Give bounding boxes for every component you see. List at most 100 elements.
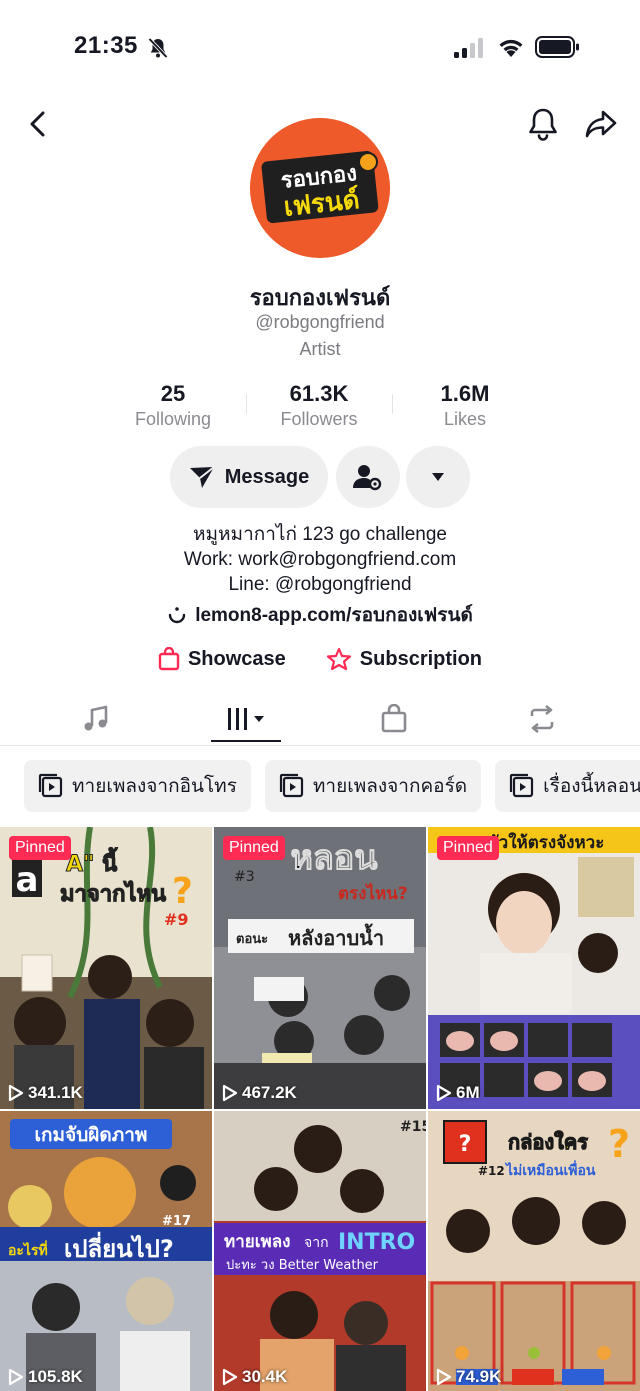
view-count-text: 6M (456, 1083, 480, 1102)
profile-name: รอบกองเฟรนด์ (249, 285, 391, 310)
showcase-button[interactable]: Showcase (158, 644, 286, 674)
user-settings-icon (353, 465, 382, 491)
play-icon (222, 1368, 238, 1386)
svg-text:เกมจับผิดภาพ: เกมจับผิดภาพ (35, 1124, 148, 1146)
stat-value: 25 (160, 381, 186, 406)
stat-value: 61.3K (289, 381, 349, 406)
content-tabs (0, 696, 640, 746)
share-button[interactable] (581, 104, 621, 144)
view-count: 30.4K (222, 1367, 287, 1387)
svg-text:#15: #15 (400, 1119, 426, 1135)
video-thumbnail[interactable]: เกมจับผิดภาพ อะไรที่ เปลี่ยนไป? #17 105.… (0, 1111, 212, 1391)
view-count-text: 467.2K (242, 1083, 297, 1102)
share-icon (585, 110, 617, 138)
stat-likes[interactable]: 1.6M Likes (392, 380, 538, 432)
svg-text:ตัวให้ตรงจังหวะ: ตัวให้ตรงจังหวะ (488, 832, 605, 853)
status-time: 21:35 (74, 32, 138, 59)
svg-text:ตรงไหน?: ตรงไหน? (338, 883, 408, 904)
svg-text:ปะทะ วง Better Weather: ปะทะ วง Better Weather (226, 1258, 379, 1273)
svg-text:เปลี่ยนไป?: เปลี่ยนไป? (64, 1231, 174, 1263)
shopping-bag-icon (158, 647, 180, 671)
playlist-chip[interactable]: ทายเพลงจากคอร์ด (264, 760, 482, 812)
playlist-label: ทายเพลงจากอินโทร (72, 776, 237, 797)
bell-icon (529, 108, 557, 141)
add-friend-settings-button[interactable] (336, 446, 400, 508)
tab-music[interactable] (61, 696, 131, 742)
svg-text:#9: #9 (164, 910, 189, 929)
svg-text:a: a (16, 860, 39, 900)
playlist-chip[interactable]: เรื่องนี้หลอนต (495, 760, 640, 812)
svg-text:กล่องใคร: กล่องใคร (508, 1130, 588, 1154)
video-thumbnail[interactable]: ตัวให้ตรงจังหวะ Pinned 6M (428, 827, 640, 1109)
stat-label: Following (134, 409, 212, 429)
thumbnail-image: ตัวให้ตรงจังหวะ (428, 827, 640, 1109)
notification-button[interactable] (523, 104, 563, 144)
message-button[interactable]: Message (170, 446, 328, 508)
thumbnail-image: a A" นี้ มาจากไหน ? #9 (0, 827, 212, 1109)
svg-text:จาก: จาก (304, 1235, 329, 1251)
tab-active-indicator (211, 740, 281, 742)
play-icon (436, 1368, 452, 1386)
profile-bio: หมูหมากาไก่ 123 go challenge Work: work@… (0, 522, 640, 597)
view-count-text: 74.9K (456, 1367, 502, 1386)
playlist-label: ทายเพลงจากคอร์ด (312, 776, 468, 797)
bio-line: Work: work@robgongfriend.com (183, 549, 457, 570)
profile-actions: Message (0, 446, 640, 508)
svg-text:ตอนะ: ตอนะ (236, 932, 268, 947)
stat-following[interactable]: 25 Following (100, 380, 246, 432)
cell-signal-icon (454, 38, 483, 58)
bio-line: หมูหมากาไก่ 123 go challenge (192, 524, 447, 545)
svg-text:#3: #3 (234, 869, 255, 885)
video-thumbnail[interactable]: #15 ทายเพลง จาก INTRO ปะทะ วง Better Wea… (214, 1111, 426, 1391)
video-grid: a A" นี้ มาจากไหน ? #9 Pinned 341.1K หลอ… (0, 827, 640, 1391)
thumbnail-image: หลอน #3 ตรงไหน? ตอนะ หลังอาบน้ำ (214, 827, 426, 1109)
battery-icon (535, 36, 579, 58)
avatar-logo: รอบกอง เฟรนด์ (250, 118, 390, 258)
pinned-badge: Pinned (223, 836, 285, 860)
profile-handle: @robgongfriend (255, 312, 385, 332)
more-options-button[interactable] (406, 446, 470, 508)
stat-followers[interactable]: 61.3K Followers (246, 380, 392, 432)
tab-videos[interactable] (211, 696, 281, 742)
view-count: 74.9K (436, 1367, 501, 1387)
svg-text:A" นี้: A" นี้ (66, 847, 118, 877)
stat-label: Followers (280, 409, 358, 429)
pinned-badge: Pinned (437, 836, 499, 860)
wifi-icon (499, 39, 523, 57)
video-thumbnail[interactable]: a A" นี้ มาจากไหน ? #9 Pinned 341.1K (0, 827, 212, 1109)
tab-shop[interactable] (359, 696, 429, 742)
playlist-chip[interactable]: ทายเพลงจากอินโทร (24, 760, 251, 812)
video-thumbnail[interactable]: ? กล่องใคร ? #12 ไม่เหมือนเพื่อน 74.9K (428, 1111, 640, 1391)
showcase-label: Showcase (187, 647, 286, 670)
view-count-text: 341.1K (28, 1083, 83, 1102)
view-count-text: 105.8K (28, 1367, 83, 1386)
star-badge-icon (326, 647, 351, 671)
profile-avatar[interactable]: รอบกอง เฟรนด์ (250, 118, 390, 258)
view-count: 467.2K (222, 1083, 297, 1103)
svg-text:#12: #12 (478, 1164, 505, 1178)
subscription-button[interactable]: Subscription (326, 644, 482, 674)
play-icon (222, 1084, 238, 1102)
music-note-icon (84, 705, 108, 731)
svg-text:มาจากไหน: มาจากไหน (60, 880, 166, 907)
stats-row: 25 Following 61.3K Followers 1.6M Likes (100, 380, 540, 432)
stat-value: 1.6M (440, 381, 490, 406)
view-count: 105.8K (8, 1367, 83, 1387)
view-count: 6M (436, 1083, 480, 1103)
playlist-icon (510, 773, 534, 798)
play-icon (436, 1084, 452, 1102)
video-thumbnail[interactable]: หลอน #3 ตรงไหน? ตอนะ หลังอาบน้ำ Pinned 4… (214, 827, 426, 1109)
back-button[interactable] (18, 104, 58, 144)
stat-label: Likes (443, 409, 487, 429)
playlist-label: เรื่องนี้หลอนต (543, 776, 640, 797)
thumbnail-image: ? กล่องใคร ? #12 ไม่เหมือนเพื่อน (428, 1111, 640, 1391)
subscription-label: Subscription (359, 647, 483, 670)
svg-text:#17: #17 (162, 1214, 191, 1229)
send-icon (189, 466, 215, 488)
play-icon (8, 1368, 24, 1386)
tab-reposts[interactable] (507, 696, 577, 742)
svg-text:หลังอาบน้ำ: หลังอาบน้ำ (288, 923, 384, 950)
play-icon (8, 1084, 24, 1102)
feature-row: Showcase Subscription (0, 644, 640, 674)
bio-link[interactable]: lemon8-app.com/รอบกองเฟรนด์ (0, 600, 640, 630)
